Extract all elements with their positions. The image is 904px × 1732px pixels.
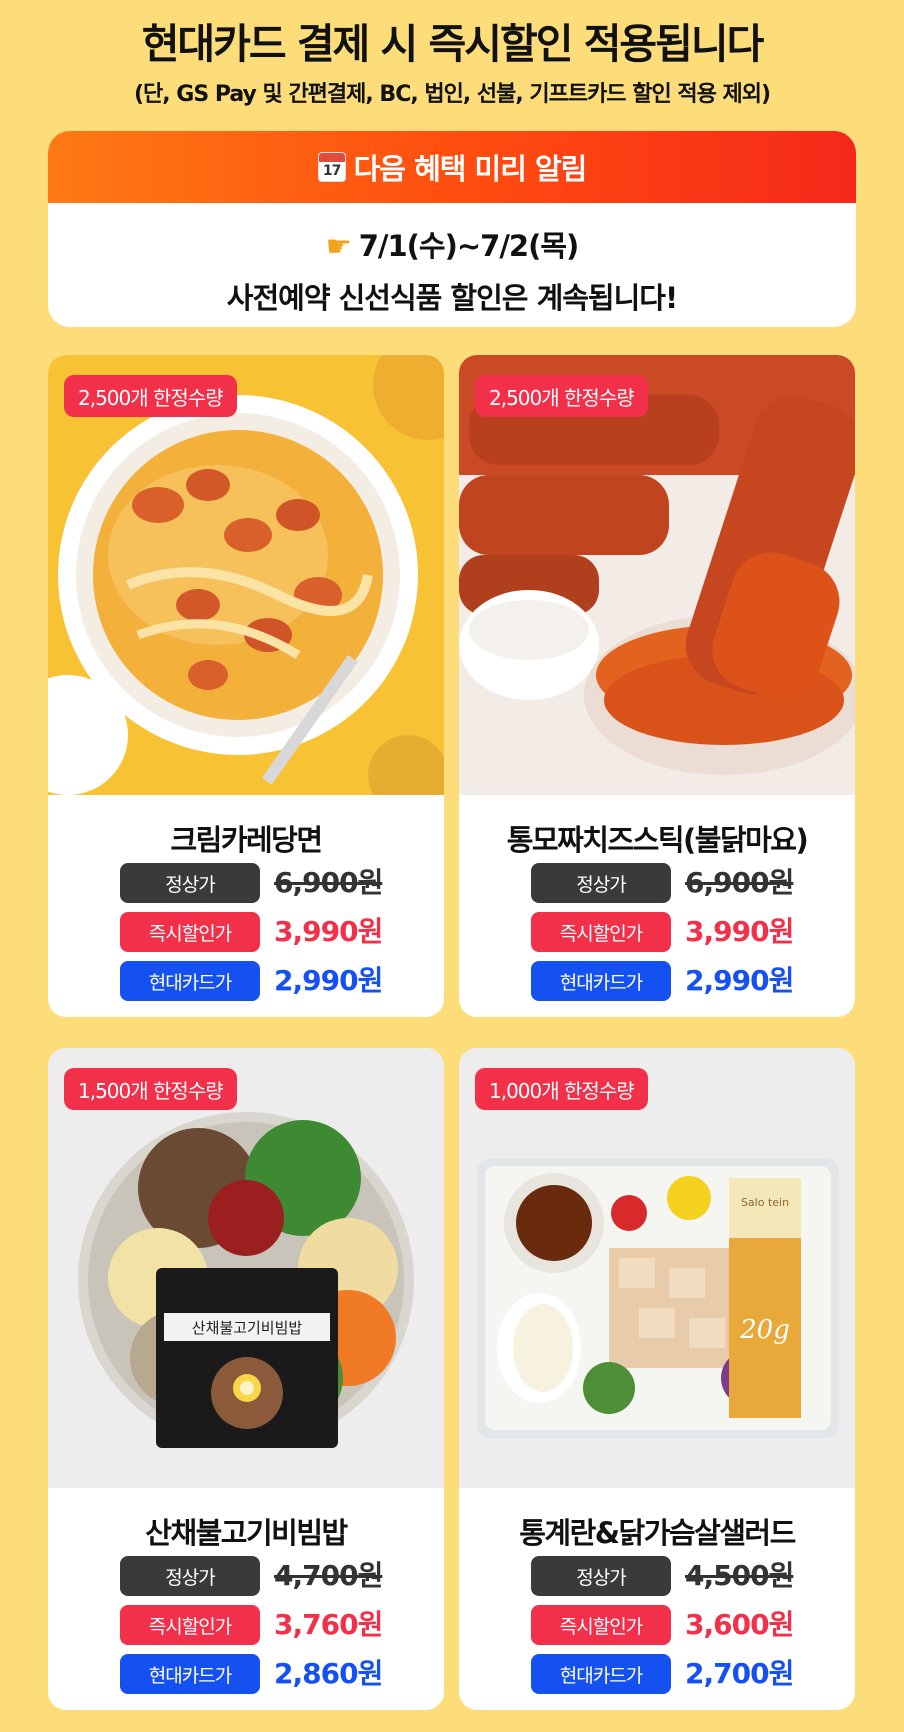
product-image: Salo tein 20g	[459, 1048, 855, 1488]
card-price-label: 현대카드가	[120, 1654, 260, 1694]
regular-price-label: 정상가	[120, 863, 260, 903]
limited-quantity-badge: 2,500개 한정수량	[475, 375, 648, 417]
page-subline: (단, GS Pay 및 간편결제, BC, 법인, 선불, 기프트카드 할인 …	[133, 82, 771, 107]
card-price-row: 현대카드가 2,990원	[48, 961, 444, 1001]
card-price-label: 현대카드가	[120, 961, 260, 1001]
product-name: 산채불고기비빔밥	[145, 1516, 348, 1550]
sale-price-value: 3,760원	[274, 1608, 383, 1641]
regular-price-value: 6,900원	[685, 866, 794, 899]
regular-price-row: 정상가 6,900원	[48, 863, 444, 903]
card-price-label: 현대카드가	[531, 961, 671, 1001]
regular-price-label: 정상가	[531, 863, 671, 903]
product-card[interactable]: Salo tein 20g 1,000개 한정수량 통계란&닭가슴살샐러드 정상…	[459, 1048, 855, 1710]
regular-price-value: 4,700원	[274, 1559, 383, 1592]
pointing-hand-icon: ☛	[325, 229, 352, 263]
limited-quantity-badge: 2,500개 한정수량	[64, 375, 237, 417]
sale-price-value: 3,600원	[685, 1608, 794, 1641]
sale-price-label: 즉시할인가	[531, 912, 671, 952]
sale-price-row: 즉시할인가 3,600원	[459, 1605, 855, 1645]
sale-price-label: 즉시할인가	[120, 1605, 260, 1645]
notice-title: 다음 혜택 미리 알림	[353, 152, 588, 186]
card-price-row: 현대카드가 2,700원	[459, 1654, 855, 1694]
card-price-value: 2,990원	[685, 964, 794, 997]
regular-price-value: 6,900원	[274, 866, 383, 899]
regular-price-row: 정상가 4,500원	[459, 1556, 855, 1596]
sale-price-value: 3,990원	[274, 915, 383, 948]
sale-price-row: 즉시할인가 3,990원	[459, 912, 855, 952]
product-name: 통계란&닭가슴살샐러드	[519, 1516, 796, 1550]
notice-date: 7/1(수)~7/2(목)	[358, 229, 580, 263]
svg-text:20g: 20g	[739, 1315, 790, 1345]
sale-price-row: 즉시할인가 3,760원	[48, 1605, 444, 1645]
card-price-label: 현대카드가	[531, 1654, 671, 1694]
card-price-value: 2,860원	[274, 1657, 383, 1690]
product-card[interactable]: 2,500개 한정수량 크림카레당면 정상가 6,900원 즉시할인가 3,99…	[48, 355, 444, 1017]
product-image	[459, 355, 855, 795]
limited-quantity-badge: 1,000개 한정수량	[475, 1068, 648, 1110]
product-name: 통모짜치즈스틱(불닭마요)	[506, 823, 809, 857]
regular-price-label: 정상가	[531, 1556, 671, 1596]
card-price-value: 2,990원	[274, 964, 383, 997]
svg-text:Salo tein: Salo tein	[741, 1196, 789, 1209]
calendar-icon: 17	[317, 152, 346, 182]
limited-quantity-badge: 1,500개 한정수량	[64, 1068, 237, 1110]
svg-text:산채불고기비빔밥: 산채불고기비빔밥	[192, 1319, 303, 1337]
product-image: 산채불고기비빔밥	[48, 1048, 444, 1488]
sale-price-label: 즉시할인가	[120, 912, 260, 952]
card-price-row: 현대카드가 2,990원	[459, 961, 855, 1001]
product-card[interactable]: 2,500개 한정수량 통모짜치즈스틱(불닭마요) 정상가 6,900원 즉시할…	[459, 355, 855, 1017]
regular-price-row: 정상가 4,700원	[48, 1556, 444, 1596]
product-image	[48, 355, 444, 795]
notice-header: 17 다음 혜택 미리 알림	[48, 131, 856, 203]
page-headline: 현대카드 결제 시 즉시할인 적용됩니다	[141, 20, 765, 68]
sale-price-row: 즉시할인가 3,990원	[48, 912, 444, 952]
card-price-row: 현대카드가 2,860원	[48, 1654, 444, 1694]
sale-price-label: 즉시할인가	[531, 1605, 671, 1645]
product-name: 크림카레당면	[170, 823, 323, 857]
sale-price-value: 3,990원	[685, 915, 794, 948]
card-price-value: 2,700원	[685, 1657, 794, 1690]
product-card[interactable]: 산채불고기비빔밥 1,500개 한정수량 산채불고기비빔밥 정상가 4,700원…	[48, 1048, 444, 1710]
notice-box: 17 다음 혜택 미리 알림 ☛ 7/1(수)~7/2(목) 사전예약 신선식품 …	[48, 131, 856, 327]
regular-price-row: 정상가 6,900원	[459, 863, 855, 903]
regular-price-label: 정상가	[120, 1556, 260, 1596]
regular-price-value: 4,500원	[685, 1559, 794, 1592]
notice-message: 사전예약 신선식품 할인은 계속됩니다!	[226, 281, 678, 315]
